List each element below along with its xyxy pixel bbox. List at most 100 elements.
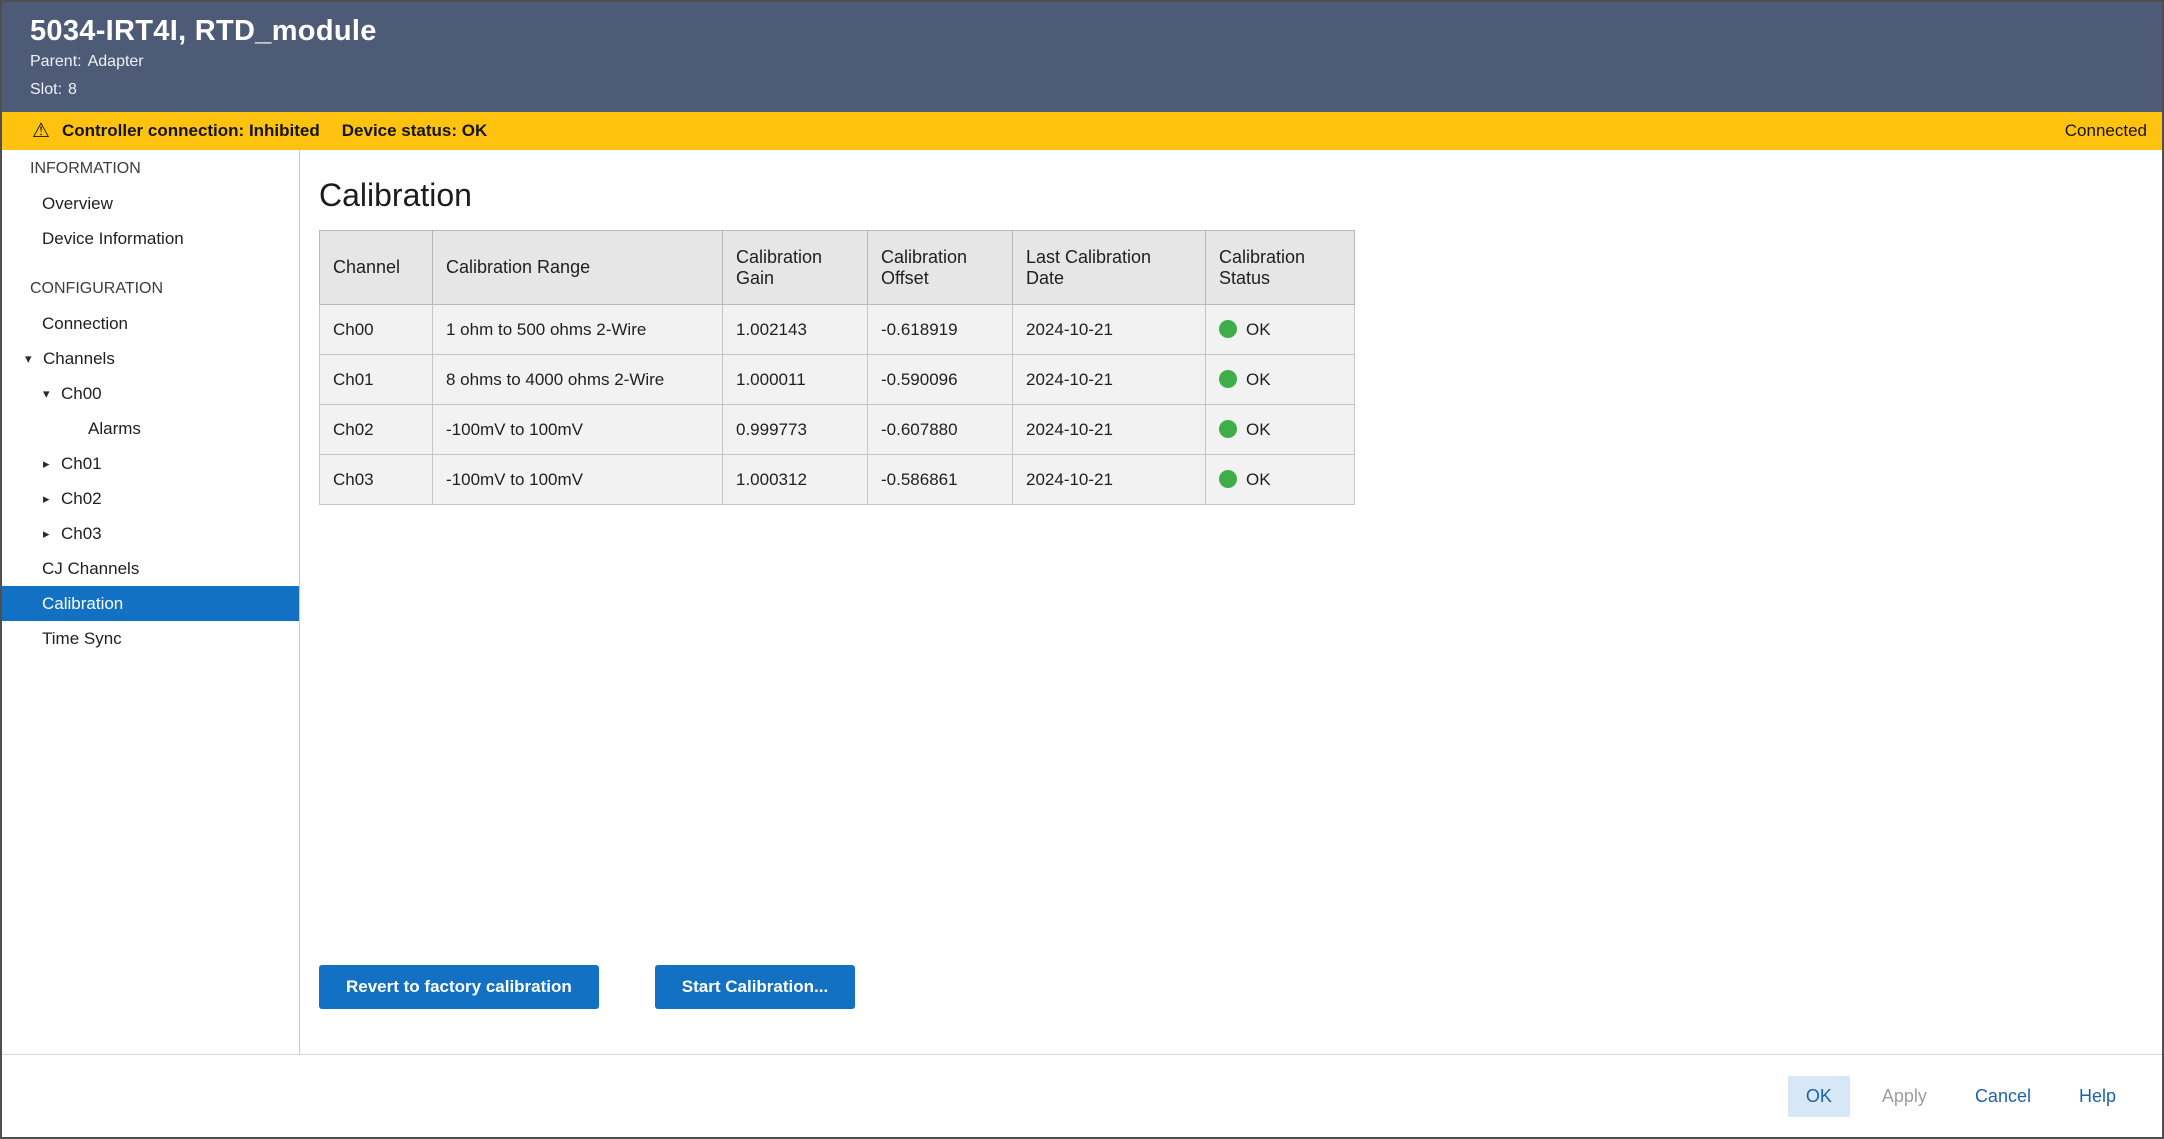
cell-gain: 1.002143 — [723, 305, 868, 355]
status-bar: ⚠ Controller connection: Inhibited Devic… — [2, 112, 2162, 150]
apply-button[interactable]: Apply — [1866, 1076, 1943, 1117]
sidebar-item-overview[interactable]: Overview — [2, 186, 299, 221]
chevron-down-icon[interactable]: ▾ — [43, 386, 61, 402]
cell-range: -100mV to 100mV — [433, 405, 723, 455]
status-text: OK — [1246, 420, 1271, 439]
sidebar-item-channels[interactable]: ▾ Channels — [2, 341, 299, 376]
ok-button[interactable]: OK — [1788, 1076, 1850, 1117]
sidebar-item-label: Ch03 — [61, 524, 102, 544]
sidebar-item-label: Alarms — [88, 419, 141, 439]
sidebar-item-device-information[interactable]: Device Information — [2, 221, 299, 256]
sidebar-item-calibration[interactable]: Calibration — [2, 586, 299, 621]
cell-range: 1 ohm to 500 ohms 2-Wire — [433, 305, 723, 355]
cell-status: OK — [1206, 405, 1355, 455]
sidebar-item-ch03[interactable]: ▸ Ch03 — [2, 516, 299, 551]
content-title: Calibration — [319, 176, 2162, 214]
col-channel: Channel — [320, 231, 433, 305]
col-last-calibration-date: Last Calibration Date — [1013, 231, 1206, 305]
content-panel: Calibration Channel Calibration Range Ca… — [300, 150, 2162, 1054]
cell-range: -100mV to 100mV — [433, 455, 723, 505]
sidebar-item-label: Overview — [42, 194, 113, 214]
cell-range: 8 ohms to 4000 ohms 2-Wire — [433, 355, 723, 405]
status-text: OK — [1246, 320, 1271, 339]
cancel-button[interactable]: Cancel — [1959, 1076, 2047, 1117]
footer-bar: OK Apply Cancel Help — [2, 1054, 2162, 1137]
parent-line: Parent: Adapter — [30, 52, 2162, 72]
table-header-row: Channel Calibration Range Calibration Ga… — [320, 231, 1355, 305]
status-ok-icon — [1219, 470, 1237, 488]
cell-channel: Ch00 — [320, 305, 433, 355]
help-button[interactable]: Help — [2063, 1076, 2132, 1117]
cell-date: 2024-10-21 — [1013, 405, 1206, 455]
cell-channel: Ch03 — [320, 455, 433, 505]
calibration-table: Channel Calibration Range Calibration Ga… — [319, 230, 1355, 505]
cell-date: 2024-10-21 — [1013, 455, 1206, 505]
sidebar-item-connection[interactable]: Connection — [2, 306, 299, 341]
chevron-down-icon[interactable]: ▾ — [25, 351, 43, 367]
cell-channel: Ch02 — [320, 405, 433, 455]
col-calibration-offset: Calibration Offset — [868, 231, 1013, 305]
sidebar-item-label: CJ Channels — [42, 559, 139, 579]
main-area: INFORMATION Overview Device Information … — [2, 150, 2162, 1054]
sidebar-item-alarms[interactable]: Alarms — [2, 411, 299, 446]
sidebar-item-label: Channels — [43, 349, 115, 369]
chevron-right-icon[interactable]: ▸ — [43, 491, 61, 507]
device-status: Device status: OK — [342, 121, 488, 141]
slot-value: 8 — [68, 81, 77, 98]
table-row: Ch00 1 ohm to 500 ohms 2-Wire 1.002143 -… — [320, 305, 1355, 355]
section-configuration: CONFIGURATION — [2, 272, 299, 306]
cell-offset: -0.618919 — [868, 305, 1013, 355]
sidebar-item-time-sync[interactable]: Time Sync — [2, 621, 299, 656]
warning-icon: ⚠ — [32, 121, 50, 141]
sidebar-item-label: Calibration — [42, 594, 123, 614]
table-row: Ch03 -100mV to 100mV 1.000312 -0.586861 … — [320, 455, 1355, 505]
cell-offset: -0.586861 — [868, 455, 1013, 505]
section-information: INFORMATION — [2, 152, 299, 186]
cell-gain: 1.000312 — [723, 455, 868, 505]
sidebar-item-ch02[interactable]: ▸ Ch02 — [2, 481, 299, 516]
cell-offset: -0.590096 — [868, 355, 1013, 405]
cell-offset: -0.607880 — [868, 405, 1013, 455]
col-calibration-range: Calibration Range — [433, 231, 723, 305]
module-properties-window: 5034-IRT4I, RTD_module Parent: Adapter Sl… — [0, 0, 2164, 1139]
cell-date: 2024-10-21 — [1013, 305, 1206, 355]
col-calibration-status: Calibration Status — [1206, 231, 1355, 305]
header: 5034-IRT4I, RTD_module Parent: Adapter Sl… — [2, 2, 2162, 112]
chevron-right-icon[interactable]: ▸ — [43, 526, 61, 542]
slot-line: Slot: 8 — [30, 80, 2162, 100]
cell-status: OK — [1206, 355, 1355, 405]
chevron-right-icon[interactable]: ▸ — [43, 456, 61, 472]
parent-value: Adapter — [88, 53, 144, 70]
cell-status: OK — [1206, 305, 1355, 355]
sidebar-item-ch00[interactable]: ▾ Ch00 — [2, 376, 299, 411]
cell-gain: 1.000011 — [723, 355, 868, 405]
col-calibration-gain: Calibration Gain — [723, 231, 868, 305]
revert-to-factory-calibration-button[interactable]: Revert to factory calibration — [319, 965, 599, 1009]
slot-label: Slot: — [30, 81, 62, 98]
status-text: OK — [1246, 370, 1271, 389]
controller-connection-status: Controller connection: Inhibited — [62, 121, 320, 141]
sidebar-item-label: Ch02 — [61, 489, 102, 509]
sidebar-item-cj-channels[interactable]: CJ Channels — [2, 551, 299, 586]
cell-channel: Ch01 — [320, 355, 433, 405]
cell-date: 2024-10-21 — [1013, 355, 1206, 405]
sidebar-item-label: Ch01 — [61, 454, 102, 474]
page-title: 5034-IRT4I, RTD_module — [30, 14, 2162, 48]
start-calibration-button[interactable]: Start Calibration... — [655, 965, 855, 1009]
connection-state: Connected — [2065, 121, 2147, 141]
status-ok-icon — [1219, 420, 1237, 438]
cell-gain: 0.999773 — [723, 405, 868, 455]
sidebar-item-label: Device Information — [42, 229, 184, 249]
sidebar-item-ch01[interactable]: ▸ Ch01 — [2, 446, 299, 481]
status-ok-icon — [1219, 370, 1237, 388]
table-row: Ch01 8 ohms to 4000 ohms 2-Wire 1.000011… — [320, 355, 1355, 405]
parent-label: Parent: — [30, 53, 82, 70]
table-row: Ch02 -100mV to 100mV 0.999773 -0.607880 … — [320, 405, 1355, 455]
action-buttons: Revert to factory calibration Start Cali… — [319, 965, 855, 1009]
sidebar-item-label: Connection — [42, 314, 128, 334]
status-text: OK — [1246, 470, 1271, 489]
sidebar-item-label: Time Sync — [42, 629, 122, 649]
sidebar-nav: INFORMATION Overview Device Information … — [2, 150, 300, 1054]
cell-status: OK — [1206, 455, 1355, 505]
status-ok-icon — [1219, 320, 1237, 338]
